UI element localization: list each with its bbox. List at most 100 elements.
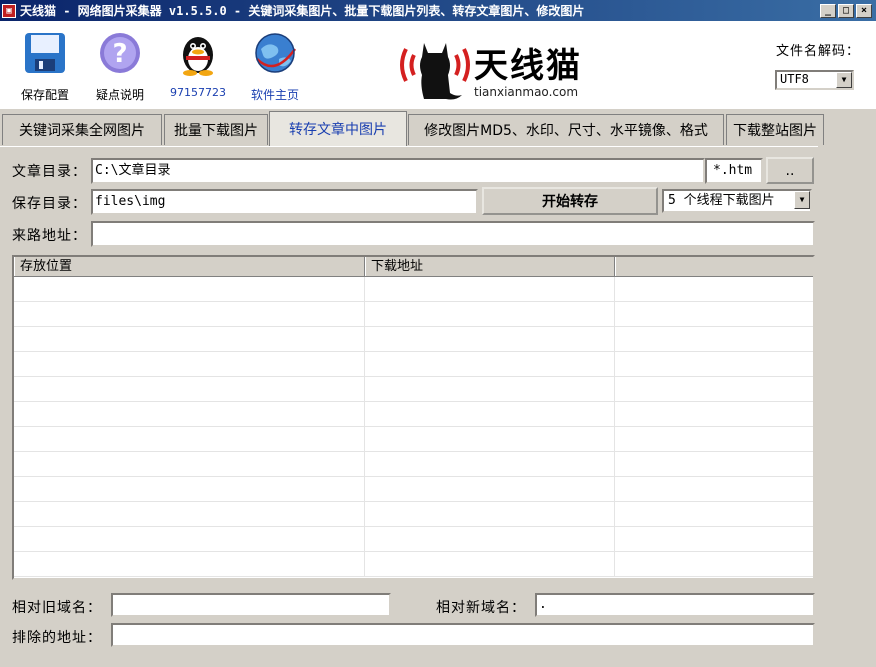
result-table[interactable]: 存放位置 下载地址 [12,255,815,580]
browse-button[interactable]: .. [766,157,814,184]
save-config-button[interactable]: 保存配置 [10,29,80,103]
thread-count-select[interactable]: 5 个线程下载图片 ▼ [662,189,812,213]
encoding-label: 文件名解码： [776,44,861,59]
tab-keyword-collect[interactable]: 关键词采集全网图片 [2,114,162,145]
table-cell [365,427,615,451]
qq-penguin-icon [183,37,213,76]
start-save-button[interactable]: 开始转存 [482,187,658,215]
table-row[interactable] [14,377,813,402]
qq-number-label: 97157723 [170,86,226,99]
table-cell [365,327,615,351]
table-cell [615,527,813,551]
save-config-label: 保存配置 [20,88,69,102]
referer-input[interactable] [91,221,815,247]
help-icon: ? [100,33,140,73]
table-row[interactable] [14,352,813,377]
table-cell [14,402,365,426]
logo-title: 天线猫 [474,45,582,86]
table-cell [615,477,813,501]
table-row[interactable] [14,427,813,452]
tab-batch-download[interactable]: 批量下载图片 [164,114,268,145]
table-cell [365,302,615,326]
table-row[interactable] [14,402,813,427]
table-cell [14,352,365,376]
table-cell [615,327,813,351]
table-cell [14,527,365,551]
column-header-location[interactable]: 存放位置 [14,257,365,276]
article-dir-label: 文章目录： [12,164,87,180]
table-cell [365,552,615,576]
tab-modify-images[interactable]: 修改图片MD5、水印、尺寸、水平镜像、格式 [408,114,724,145]
table-cell [365,377,615,401]
help-label: 疑点说明 [95,88,144,102]
table-cell [365,352,615,376]
maximize-button[interactable]: □ [838,3,854,18]
extension-input[interactable]: *.htm [705,158,763,184]
new-domain-input[interactable]: . [535,593,815,617]
referer-label: 来路地址： [12,228,87,244]
title-bar: ▣ 天线猫 - 网络图片采集器 v1.5.5.0 - 关键词采集图片、批量下载图… [0,0,876,21]
table-row[interactable] [14,302,813,327]
table-cell [615,377,813,401]
table-cell [615,402,813,426]
old-domain-input[interactable] [111,593,391,617]
table-cell [615,352,813,376]
exclude-label: 排除的地址： [12,630,102,646]
table-cell [14,452,365,476]
table-cell [615,277,813,301]
thread-count-value: 5 个线程下载图片 [668,193,775,208]
table-cell [615,427,813,451]
table-cell [615,502,813,526]
encoding-select[interactable]: UTF8 ▼ [775,70,854,90]
table-cell [14,377,365,401]
exclude-input[interactable] [111,623,815,647]
table-header: 存放位置 下载地址 [14,257,813,277]
table-cell [365,477,615,501]
encoding-value: UTF8 [780,72,809,86]
table-cell [14,277,365,301]
table-row[interactable] [14,527,813,552]
table-cell [14,502,365,526]
table-cell [14,552,365,576]
tab-save-article-images[interactable]: 转存文章中图片 [269,111,407,146]
svg-text:?: ? [112,39,127,69]
logo-domain: tianxianmao.com [474,84,579,99]
table-cell [615,452,813,476]
table-cell [615,552,813,576]
table-cell [365,277,615,301]
tab-panel: 文章目录： C:\文章目录 *.htm .. 保存目录： files\img 开… [0,146,818,656]
column-header-extra[interactable] [615,257,813,276]
window-title: 天线猫 - 网络图片采集器 v1.5.5.0 - 关键词采集图片、批量下载图片列… [20,4,585,18]
tab-bar: 关键词采集全网图片 批量下载图片 转存文章中图片 修改图片MD5、水印、尺寸、水… [0,111,876,147]
save-dir-input[interactable]: files\img [91,189,478,215]
floppy-disk-icon [25,33,65,73]
table-cell [14,302,365,326]
column-header-url[interactable]: 下载地址 [365,257,615,276]
help-button[interactable]: ? 疑点说明 [85,29,155,103]
table-row[interactable] [14,552,813,577]
table-cell [14,327,365,351]
chevron-down-icon[interactable]: ▼ [836,72,852,88]
cat-antenna-logo-icon [400,43,470,100]
table-row[interactable] [14,502,813,527]
chevron-down-icon[interactable]: ▼ [794,191,810,209]
homepage-label: 软件主页 [250,88,299,102]
app-icon: ▣ [2,3,16,18]
table-row[interactable] [14,327,813,352]
qq-button[interactable]: 97157723 [163,29,233,99]
table-row[interactable] [14,477,813,502]
table-body [14,277,813,577]
globe-icon [255,33,297,73]
new-domain-label: 相对新域名： [436,600,526,616]
table-cell [365,527,615,551]
table-row[interactable] [14,452,813,477]
minimize-button[interactable]: _ [820,3,836,18]
table-cell [14,477,365,501]
table-row[interactable] [14,277,813,302]
table-cell [365,402,615,426]
article-dir-input[interactable]: C:\文章目录 [91,158,705,184]
close-button[interactable]: × [856,3,872,18]
table-cell [365,502,615,526]
tab-download-site[interactable]: 下载整站图片 [726,114,824,145]
homepage-button[interactable]: 软件主页 [240,29,310,103]
